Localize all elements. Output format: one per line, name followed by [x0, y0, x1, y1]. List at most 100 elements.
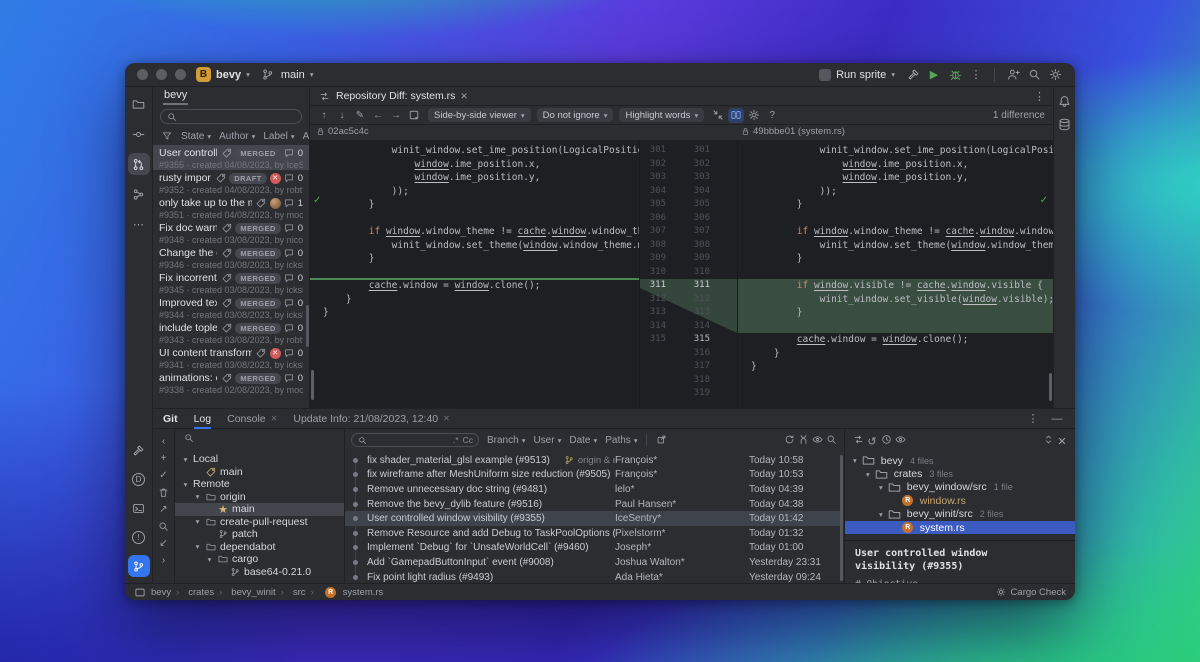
branch-item[interactable]: ▾ main: [175, 466, 344, 479]
folder-icon[interactable]: [128, 93, 150, 115]
search-icon[interactable]: [1026, 67, 1042, 83]
branch-item[interactable]: ▾ patch: [175, 528, 344, 541]
breadcrumb-item[interactable]: bevy: [151, 587, 171, 598]
updown-icon[interactable]: [1041, 432, 1055, 446]
commit-row[interactable]: Remove the bevy_dylib feature (#9516) Pa…: [345, 497, 840, 512]
pull-request-item[interactable]: Improved text w... MERGED 0 #9344 · crea…: [153, 295, 309, 320]
file-tree-item[interactable]: ▾ R window.rs: [845, 494, 1075, 507]
undo-icon[interactable]: ↺: [865, 434, 879, 448]
services-icon[interactable]: D: [128, 468, 150, 490]
clock-icon[interactable]: [879, 432, 893, 446]
chevron-down-icon[interactable]: ▾: [193, 517, 202, 526]
build-icon[interactable]: [128, 439, 150, 461]
arrow-ne-icon[interactable]: ↗: [156, 502, 171, 517]
bell-icon[interactable]: [1057, 93, 1073, 109]
braid-icon[interactable]: [796, 432, 810, 446]
pull-request-item[interactable]: animations: con... MERGED 0 #9338 · crea…: [153, 370, 309, 395]
chevron-down-icon[interactable]: ▾: [879, 510, 883, 519]
filter-dropdown[interactable]: Label ▾: [263, 131, 294, 142]
eye-icon[interactable]: [810, 432, 824, 446]
scrollbar-thumb[interactable]: [306, 305, 309, 347]
chevron-down-icon[interactable]: ▾: [853, 456, 857, 465]
terminal-icon[interactable]: [128, 497, 150, 519]
file-tree-item[interactable]: ▾ R system.rs: [845, 520, 1075, 535]
branch-item[interactable]: ▾ Remote: [175, 478, 344, 491]
match-case-toggle[interactable]: Cc: [463, 435, 473, 445]
close-icon[interactable]: ✕: [1055, 434, 1069, 448]
breadcrumb-item[interactable]: R system.rs: [306, 584, 383, 600]
eye-icon[interactable]: [893, 432, 907, 446]
minimize-icon[interactable]: —: [1049, 411, 1065, 427]
close-icon[interactable]: ✕: [460, 91, 468, 102]
pr-search-input[interactable]: [160, 109, 302, 124]
pull-request-item[interactable]: only take up to the m... 1 #9351 · creat…: [153, 195, 309, 220]
log-filter-dropdown[interactable]: Branch ▾: [487, 435, 525, 446]
export-icon[interactable]: [655, 432, 669, 446]
close-icon[interactable]: ✕: [443, 414, 450, 423]
breadcrumb-item[interactable]: crates: [171, 587, 214, 598]
funnel-icon[interactable]: [161, 130, 173, 142]
db-icon[interactable]: [1057, 116, 1073, 132]
commit-row[interactable]: Remove unnecessary doc string (#9481) le…: [345, 482, 840, 497]
commit-row[interactable]: fix shader_material_glsl example (#9513)…: [345, 453, 840, 468]
log-filter-dropdown[interactable]: User ▾: [533, 435, 561, 446]
tool-window-tab-bevy[interactable]: bevy: [163, 88, 189, 105]
arrow-down-icon[interactable]: ↓: [334, 108, 350, 123]
trash-icon[interactable]: [156, 485, 171, 500]
vcs-branch-widget[interactable]: main ▾: [260, 67, 313, 83]
branch-item[interactable]: ▾ cargo: [175, 553, 344, 566]
viewer-box-icon[interactable]: [406, 108, 422, 123]
bug-icon[interactable]: [947, 67, 963, 83]
diff-right-pane[interactable]: winit_window.set_ime_position(LogicalPos…: [737, 140, 1053, 408]
filter-dropdown[interactable]: State ▾: [181, 131, 211, 142]
person-add-icon[interactable]: [1005, 67, 1021, 83]
file-tree-item[interactable]: ▾ crates 3 files: [845, 467, 1075, 480]
branch-item[interactable]: ▾ Local: [175, 453, 344, 466]
branch-item[interactable]: ▾ origin: [175, 491, 344, 504]
chevron-down-icon[interactable]: ▾: [879, 483, 883, 492]
gear-icon[interactable]: [1047, 67, 1063, 83]
build-icon[interactable]: [905, 67, 921, 83]
diff-icon[interactable]: [851, 432, 865, 446]
log-filter-dropdown[interactable]: Paths ▾: [605, 435, 637, 446]
chevron-down-icon[interactable]: ▾: [181, 480, 190, 489]
tab-repository-diff[interactable]: Repository Diff: system.rs ✕: [318, 90, 468, 103]
commit-row[interactable]: Add `GamepadButtonInput` event (#9008) J…: [345, 555, 840, 570]
file-tree-item[interactable]: ▾ bevy_winit/src 2 files: [845, 508, 1075, 521]
structure-tool-icon[interactable]: [128, 183, 150, 205]
commit-row[interactable]: User controlled window visibility (#9355…: [345, 511, 840, 526]
minimize-window-button[interactable]: [156, 69, 167, 80]
regex-toggle[interactable]: .*: [453, 435, 459, 445]
run-config-widget[interactable]: Run sprite ▾: [819, 68, 895, 81]
arrow-right-icon[interactable]: →: [388, 108, 404, 123]
filter-dropdown[interactable]: Assignee▾: [303, 131, 309, 142]
chevron-down-icon[interactable]: ▾: [193, 542, 202, 551]
close-icon[interactable]: ✕: [271, 414, 278, 423]
pull-request-item[interactable]: UI content transform ✕ 0 #9341 · created…: [153, 345, 309, 370]
collapse-icon[interactable]: [710, 108, 726, 123]
zoom-window-button[interactable]: [175, 69, 186, 80]
problems-icon[interactable]: !: [128, 526, 150, 548]
diff-left-pane[interactable]: winit_window.set_ime_position(LogicalPos…: [310, 140, 640, 408]
check-icon[interactable]: ✓: [156, 468, 171, 483]
chevron-left-icon[interactable]: ‹: [156, 434, 171, 449]
pull-request-item[interactable]: User controlled ... MERGED 0 #9355 · cre…: [153, 145, 309, 170]
chevron-right-icon[interactable]: ›: [156, 553, 171, 568]
commit-icon[interactable]: [128, 123, 150, 145]
search-icon[interactable]: [156, 519, 171, 534]
branch-item[interactable]: ▾ create-pull-request: [175, 516, 344, 529]
refresh-icon[interactable]: [782, 432, 796, 446]
arrow-up-icon[interactable]: ↑: [316, 108, 332, 123]
highlight-dropdown[interactable]: Highlight words ▾: [619, 108, 705, 122]
filter-dropdown[interactable]: Author ▾: [219, 131, 255, 142]
breadcrumb-item[interactable]: src: [276, 587, 306, 598]
panel-tab[interactable]: Update Info: 21/08/2023, 12:40 ✕: [293, 409, 450, 429]
panel-tab[interactable]: Log: [193, 409, 211, 429]
branch-item[interactable]: ▾ base64-0.21.0: [175, 566, 344, 579]
pull-requests-tool-icon[interactable]: [127, 153, 150, 175]
commit-row[interactable]: Implement `Debug` for `UnsafeWorldCell` …: [345, 541, 840, 556]
pull-request-item[interactable]: Fix doc warning... MERGED 0 #9348 · crea…: [153, 220, 309, 245]
pull-request-item[interactable]: Fix incorrent do... MERGED 0 #9345 · cre…: [153, 270, 309, 295]
branch-search-field[interactable]: [175, 429, 344, 447]
commit-search-field[interactable]: .* Cc: [351, 433, 479, 447]
